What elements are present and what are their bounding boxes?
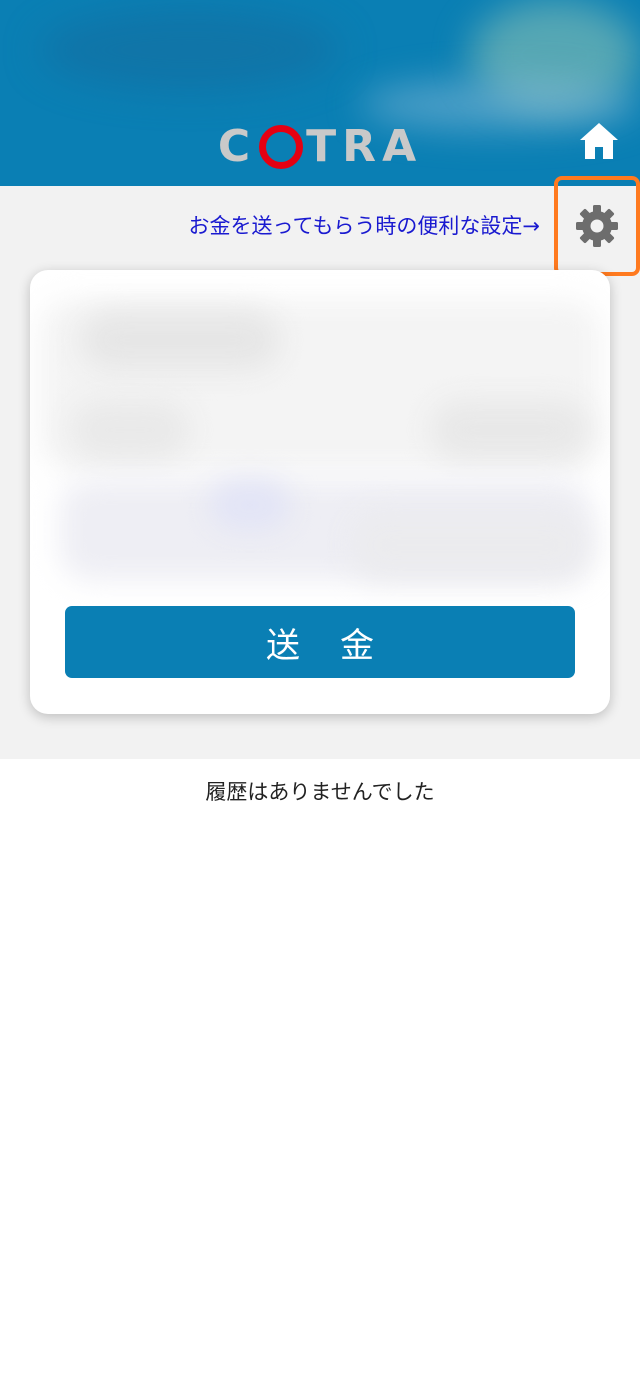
- logo-letter-c: C: [217, 120, 257, 172]
- header-glow: [40, 10, 340, 90]
- blurred-balance-area: [70, 400, 190, 460]
- receive-settings-link[interactable]: お金を送ってもらう時の便利な設定→: [100, 206, 541, 246]
- gear-icon: [576, 205, 618, 247]
- cotra-logo: C TRA: [210, 118, 430, 174]
- logo-o-mark: [259, 125, 304, 169]
- home-icon: [580, 123, 618, 159]
- app-header: C TRA: [0, 0, 640, 186]
- blurred-balance-area: [80, 310, 280, 370]
- home-button[interactable]: [574, 116, 624, 166]
- blurred-account-area: [210, 480, 290, 530]
- settings-button[interactable]: [554, 176, 640, 276]
- send-money-button[interactable]: 送金: [65, 606, 575, 678]
- blurred-account-area: [350, 510, 590, 580]
- history-empty-message: 履歴はありませんでした: [205, 780, 435, 804]
- logo-letters-tra: TRA: [306, 120, 423, 172]
- blurred-balance-area: [430, 400, 590, 460]
- balance-card: 送金: [30, 270, 610, 714]
